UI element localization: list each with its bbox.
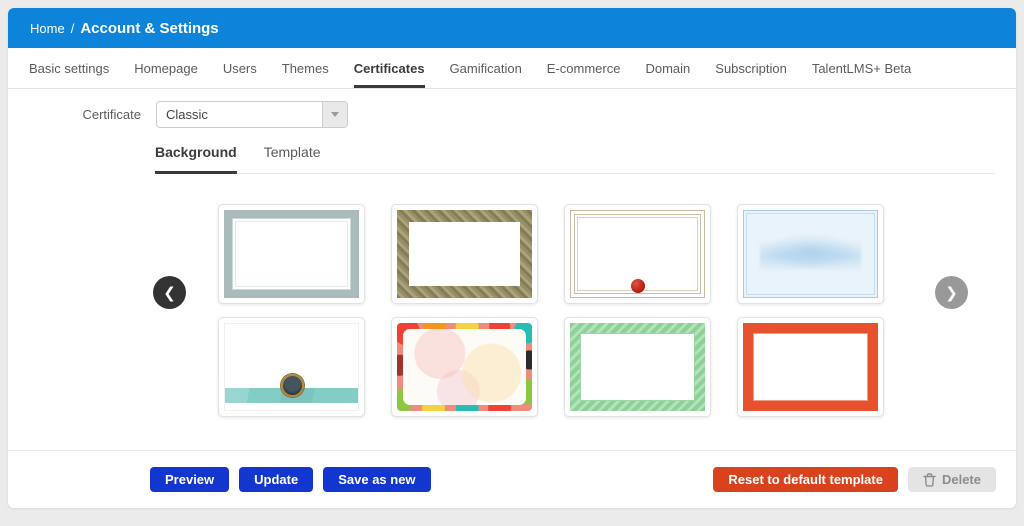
breadcrumb-home-link[interactable]: Home [30, 21, 65, 36]
breadcrumb: Home / Account & Settings [30, 20, 219, 37]
tab-subscription[interactable]: Subscription [715, 48, 787, 88]
carousel-next-button[interactable]: ❯ [935, 276, 968, 309]
certificate-thumbnail-red-seal[interactable] [564, 204, 711, 304]
certificate-select-value: Classic [157, 107, 322, 122]
subtab-template[interactable]: Template [264, 138, 321, 174]
update-button[interactable]: Update [239, 467, 313, 492]
thumbnail-art [570, 210, 705, 298]
tab-talentlms-beta[interactable]: TalentLMS+ Beta [812, 48, 911, 88]
tab-basic-settings[interactable]: Basic settings [29, 48, 109, 88]
tab-ecommerce[interactable]: E-commerce [547, 48, 621, 88]
subtab-background[interactable]: Background [155, 138, 237, 174]
thumbnail-art [570, 323, 705, 411]
certificate-select[interactable]: Classic [156, 101, 348, 128]
tab-themes[interactable]: Themes [282, 48, 329, 88]
thumbnail-art [224, 323, 359, 411]
tab-gamification[interactable]: Gamification [450, 48, 522, 88]
chevron-down-icon[interactable] [322, 102, 347, 127]
tab-certificates[interactable]: Certificates [354, 48, 425, 88]
thumbnail-art [397, 210, 532, 298]
thumbnail-art [397, 323, 532, 411]
thumbnail-art [743, 210, 878, 298]
reset-to-default-template-button[interactable]: Reset to default template [713, 467, 898, 492]
certificate-subtabs: Background Template [155, 138, 995, 174]
delete-button-label: Delete [942, 472, 981, 487]
page-title: Account & Settings [80, 20, 218, 37]
certificate-label: Certificate [8, 107, 141, 122]
certificate-select-row: Certificate Classic [8, 101, 1016, 128]
thumbnail-art [224, 210, 359, 298]
preview-button[interactable]: Preview [150, 467, 229, 492]
certificate-thumbnail-orange-border[interactable] [737, 317, 884, 417]
tab-homepage[interactable]: Homepage [134, 48, 198, 88]
background-grid [218, 204, 884, 417]
footer-actions: Preview Update Save as new Reset to defa… [8, 450, 1016, 508]
header-bar: Home / Account & Settings [8, 8, 1016, 48]
main-tabs: Basic settings Homepage Users Themes Cer… [8, 48, 1016, 89]
certificate-thumbnail-olive-braided[interactable] [391, 204, 538, 304]
certificate-thumbnail-teal-ribbon[interactable] [218, 317, 365, 417]
certificate-thumbnail-green-border[interactable] [564, 317, 711, 417]
settings-card: Home / Account & Settings Basic settings… [8, 8, 1016, 508]
save-as-new-button[interactable]: Save as new [323, 467, 430, 492]
trash-icon [923, 473, 936, 487]
delete-button[interactable]: Delete [908, 467, 996, 492]
certificate-thumbnail-blue-watermark[interactable] [737, 204, 884, 304]
thumbnail-art [743, 323, 878, 411]
tab-domain[interactable]: Domain [645, 48, 690, 88]
tab-users[interactable]: Users [223, 48, 257, 88]
certificate-thumbnail-confetti[interactable] [391, 317, 538, 417]
certificate-thumbnail-gray-ornate[interactable] [218, 204, 365, 304]
carousel-prev-button[interactable]: ❮ [153, 276, 186, 309]
breadcrumb-separator: / [71, 21, 75, 36]
background-carousel: ❮ ❯ [8, 204, 1016, 417]
